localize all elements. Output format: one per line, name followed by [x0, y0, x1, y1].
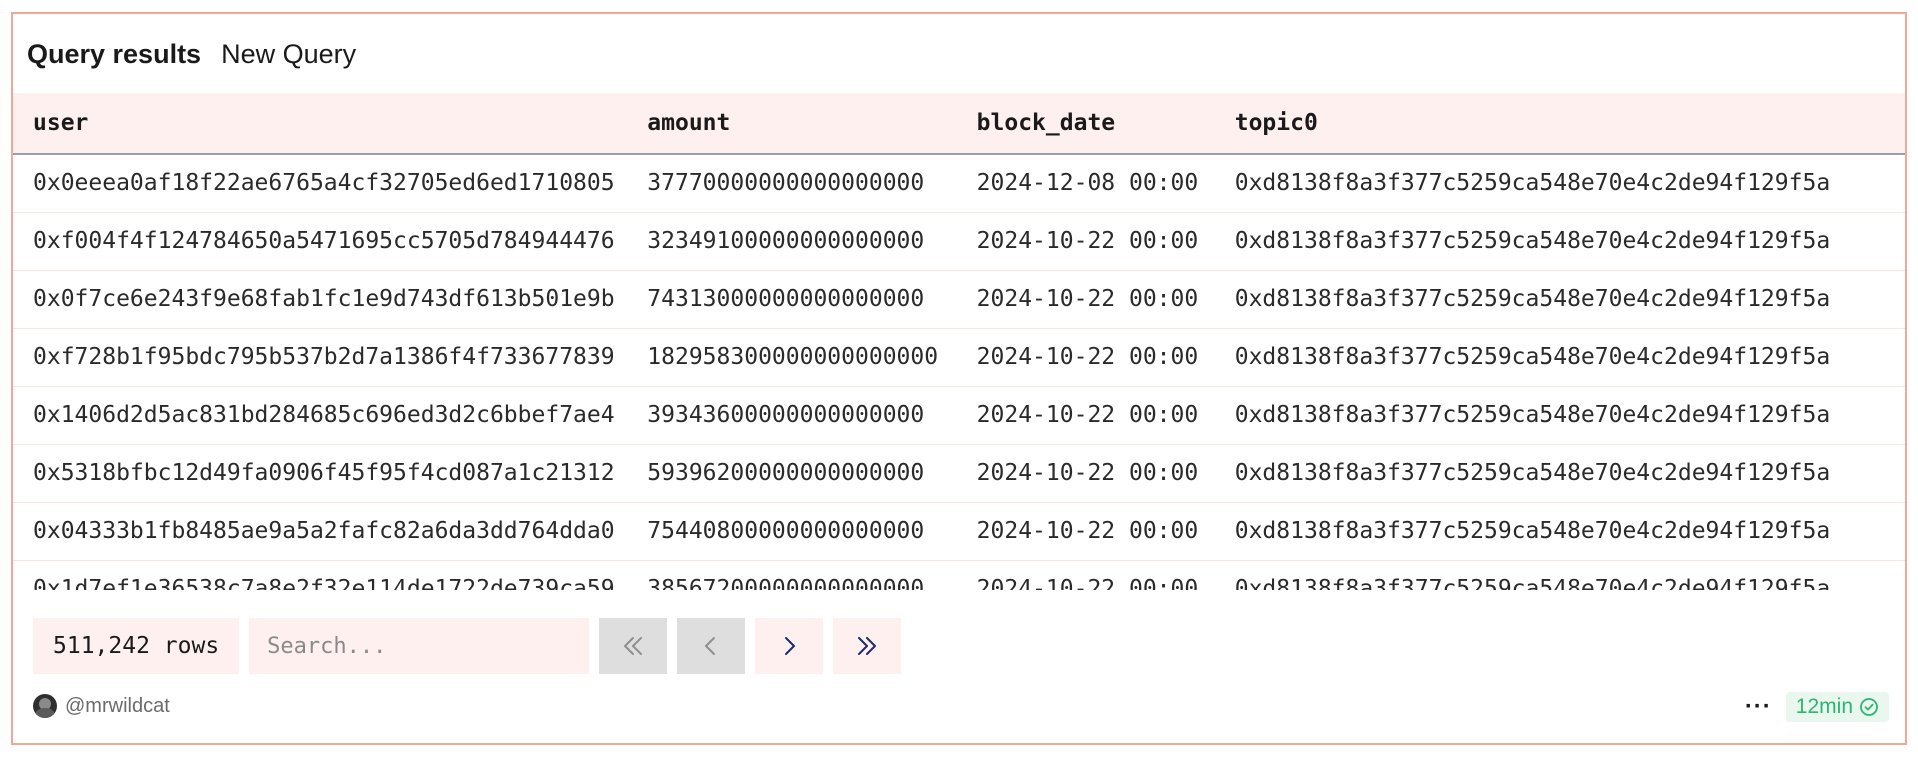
panel-header: Query results New Query: [27, 34, 356, 74]
table-row[interactable]: 0x0f7ce6e243f9e68fab1fc1e9d743df613b501e…: [13, 270, 1905, 328]
cell-amount: 32349100000000000000: [647, 228, 925, 254]
cell-block-date: 2024-10-22 00:00: [976, 402, 1199, 428]
previous-page-button[interactable]: [677, 618, 746, 674]
results-table: user amount block_date topic0 0x0eeea0af…: [13, 93, 1905, 590]
cell-block-date: 2024-12-08 00:00: [976, 170, 1199, 197]
table-row[interactable]: 0x5318bfbc12d49fa0906f45f95f4cd087a1c213…: [13, 444, 1905, 502]
query-results-panel: Query results New Query user amount bloc…: [11, 12, 1907, 745]
cell-user: 0x1d7ef1e36538c7a8e2f32e114de1722de739ca…: [33, 576, 615, 590]
table-row[interactable]: 0x1406d2d5ac831bd284685c696ed3d2c6bbef7a…: [13, 386, 1905, 444]
cell-user: 0x04333b1fb8485ae9a5a2fafc82a6da3dd764dd…: [33, 518, 615, 544]
cell-user: 0x0f7ce6e243f9e68fab1fc1e9d743df613b501e…: [33, 286, 615, 312]
table-row[interactable]: 0x0eeea0af18f22ae6765a4cf32705ed6ed17108…: [13, 154, 1905, 212]
first-page-button[interactable]: [599, 618, 668, 674]
cell-user: 0x0eeea0af18f22ae6765a4cf32705ed6ed17108…: [33, 170, 615, 197]
check-circle-icon: [1860, 698, 1878, 716]
column-header-block-date[interactable]: block_date: [976, 93, 1235, 155]
table-row[interactable]: 0xf004f4f124784650a5471695cc5705d7849444…: [13, 212, 1905, 270]
cell-topic0: 0xd8138f8a3f377c5259ca548e70e4c2de94f129…: [1234, 576, 1831, 590]
results-table-container[interactable]: user amount block_date topic0 0x0eeea0af…: [13, 93, 1905, 590]
table-row[interactable]: 0x04333b1fb8485ae9a5a2fafc82a6da3dd764dd…: [13, 502, 1905, 560]
query-name[interactable]: New Query: [221, 39, 356, 70]
column-header-topic0[interactable]: topic0: [1234, 93, 1905, 155]
author-link[interactable]: @mrwildcat: [33, 694, 170, 718]
cell-topic0: 0xd8138f8a3f377c5259ca548e70e4c2de94f129…: [1234, 402, 1831, 428]
cell-block-date: 2024-10-22 00:00: [976, 228, 1199, 254]
avatar: [33, 694, 57, 718]
chevron-left-icon: [705, 637, 716, 655]
cell-amount: 182958300000000000000: [647, 344, 939, 370]
cell-topic0: 0xd8138f8a3f377c5259ca548e70e4c2de94f129…: [1234, 286, 1831, 312]
search-input[interactable]: [249, 618, 590, 674]
cell-topic0: 0xd8138f8a3f377c5259ca548e70e4c2de94f129…: [1234, 518, 1831, 544]
table-row[interactable]: 0x1d7ef1e36538c7a8e2f32e114de1722de739ca…: [13, 560, 1905, 590]
last-page-button[interactable]: [833, 618, 902, 674]
cell-topic0: 0xd8138f8a3f377c5259ca548e70e4c2de94f129…: [1234, 344, 1831, 370]
cell-amount: 75440800000000000000: [647, 518, 925, 544]
cell-amount: 38567200000000000000: [647, 576, 925, 590]
row-count-badge: 511,242 rows: [33, 618, 240, 674]
cell-user: 0x1406d2d5ac831bd284685c696ed3d2c6bbef7a…: [33, 402, 615, 428]
table-header-row: user amount block_date topic0: [13, 93, 1905, 155]
cell-topic0: 0xd8138f8a3f377c5259ca548e70e4c2de94f129…: [1234, 460, 1831, 486]
column-header-user[interactable]: user: [13, 93, 648, 155]
cell-block-date: 2024-10-22 00:00: [976, 286, 1199, 312]
column-header-amount[interactable]: amount: [647, 93, 977, 155]
pagination-controls: 511,242 rows: [33, 618, 902, 674]
cell-topic0: 0xd8138f8a3f377c5259ca548e70e4c2de94f129…: [1234, 228, 1831, 254]
double-chevron-right-icon: [858, 637, 877, 655]
cell-block-date: 2024-10-22 00:00: [976, 518, 1199, 544]
cell-block-date: 2024-10-22 00:00: [976, 344, 1199, 370]
double-chevron-left-icon: [624, 637, 643, 655]
cell-user: 0x5318bfbc12d49fa0906f45f95f4cd087a1c213…: [33, 460, 615, 486]
cell-block-date: 2024-10-22 00:00: [976, 576, 1199, 590]
next-page-button[interactable]: [755, 618, 824, 674]
footer-meta: ··· 12min: [1745, 692, 1889, 722]
table-row[interactable]: 0xf728b1f95bdc795b537b2d7a1386f4f7336778…: [13, 328, 1905, 386]
chevron-right-icon: [785, 637, 796, 655]
cell-block-date: 2024-10-22 00:00: [976, 460, 1199, 486]
cell-user: 0xf728b1f95bdc795b537b2d7a1386f4f7336778…: [33, 344, 615, 370]
runtime-status-badge: 12min: [1785, 692, 1889, 722]
panel-footer: @mrwildcat ··· 12min: [33, 692, 1889, 726]
cell-amount: 74313000000000000000: [647, 286, 925, 312]
author-name: @mrwildcat: [65, 694, 170, 717]
cell-amount: 37770000000000000000: [647, 170, 925, 197]
runtime-label: 12min: [1795, 695, 1853, 718]
cell-amount: 59396200000000000000: [647, 460, 925, 486]
page-title: Query results: [27, 38, 202, 69]
more-options-icon[interactable]: ···: [1745, 695, 1772, 719]
cell-amount: 39343600000000000000: [647, 402, 925, 428]
cell-user: 0xf004f4f124784650a5471695cc5705d7849444…: [33, 228, 615, 254]
cell-topic0: 0xd8138f8a3f377c5259ca548e70e4c2de94f129…: [1234, 170, 1831, 197]
